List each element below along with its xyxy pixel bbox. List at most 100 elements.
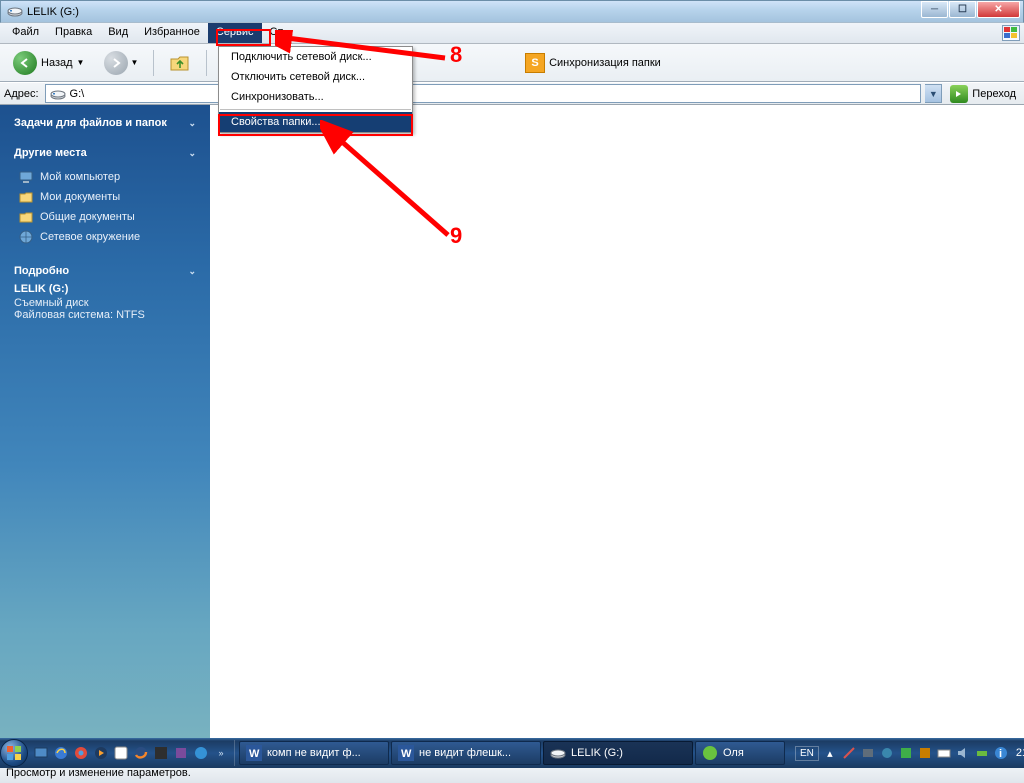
taskbar-item-word-1[interactable]: W комп не видит ф... [239,741,389,765]
folders-button[interactable] [162,50,198,76]
windows-flag-icon[interactable] [1002,25,1020,41]
sync-folder-button[interactable]: S Синхронизация папки [518,50,668,76]
details-header-label: Подробно [14,265,69,277]
sidebar-item-label: Мои документы [40,191,120,203]
details-title: LELIK (G:) [14,283,196,295]
menu-item-folder-options[interactable]: Свойства папки... [219,112,412,132]
tray-volume-icon[interactable] [955,745,971,761]
window-title: LELIK (G:) [27,6,79,18]
sidebar-item-my-computer[interactable]: Мой компьютер [18,167,200,187]
menu-item-synchronize[interactable]: Синхронизовать... [219,87,412,107]
svg-text:W: W [249,748,260,760]
go-button[interactable]: Переход [946,84,1020,104]
back-label: Назад [41,57,73,69]
close-button[interactable]: ✕ [977,1,1020,18]
sidebar-item-network[interactable]: Сетевое окружение [18,227,200,247]
details-pane-header[interactable]: Подробно ⌄ [4,261,206,281]
word-icon: W [246,745,262,761]
taskbar: » W комп не видит ф... W не видит флешк.… [0,738,1024,768]
address-value: G:\ [70,88,85,100]
chat-icon [702,745,718,761]
quick-launch: » [28,740,235,766]
taskbar-item-label: комп не видит ф... [267,747,361,759]
ql-media-player-icon[interactable] [92,744,110,762]
menu-help-fragment[interactable]: Сп [262,23,292,43]
folder-content-area[interactable] [210,105,1024,761]
menu-view[interactable]: Вид [100,23,136,43]
ql-app-icon[interactable] [192,744,210,762]
language-indicator[interactable]: EN [795,746,819,761]
go-arrow-icon [950,85,968,103]
chevron-down-icon: ⌄ [188,266,196,277]
tray-icon[interactable] [879,745,895,761]
back-arrow-icon [13,51,37,75]
forward-button[interactable]: ▼ [97,50,145,76]
navigation-toolbar: Назад ▼ ▼ S Синхронизация папки [0,44,1024,82]
tray-icon[interactable] [841,745,857,761]
address-input[interactable]: G:\ [45,84,922,103]
taskbar-tasks: W комп не видит ф... W не видит флешк...… [235,741,789,765]
svg-text:W: W [401,748,412,760]
taskbar-item-explorer[interactable]: LELIK (G:) [543,741,693,765]
taskbar-item-label: не видит флешк... [419,747,511,759]
go-label: Переход [972,88,1016,100]
toolbar-separator [206,50,207,76]
sync-folder-label: Синхронизация папки [549,57,661,69]
folder-icon [18,189,34,205]
sidebar-item-my-documents[interactable]: Мои документы [18,187,200,207]
taskbar-clock[interactable]: 21:01 [1012,747,1024,759]
chevron-down-icon: ⌄ [188,118,196,129]
tasks-header-label: Задачи для файлов и папок [14,117,167,129]
details-type: Съемный диск [14,297,196,309]
places-pane-header[interactable]: Другие места ⌄ [4,143,206,163]
status-text: Просмотр и изменение параметров. [6,767,191,779]
menu-separator [220,109,411,110]
maximize-button[interactable]: ☐ [949,1,976,18]
sidebar-item-shared-documents[interactable]: Общие документы [18,207,200,227]
tasks-pane-header[interactable]: Задачи для файлов и папок ⌄ [4,113,206,133]
ql-app-icon[interactable] [112,744,130,762]
address-dropdown-button[interactable]: ▼ [925,84,942,103]
ql-firefox-icon[interactable] [132,744,150,762]
taskbar-item-label: Оля [723,747,744,759]
places-header-label: Другие места [14,147,87,159]
ql-app-icon[interactable] [172,744,190,762]
ql-chevron-icon[interactable]: » [212,744,230,762]
taskbar-item-label: LELIK (G:) [571,747,623,759]
menu-favorites[interactable]: Избранное [136,23,208,43]
tray-safely-remove-icon[interactable] [974,745,990,761]
menu-tools[interactable]: Сервис [208,23,262,43]
tray-icon[interactable] [917,745,933,761]
tray-icon[interactable] [860,745,876,761]
ql-show-desktop-icon[interactable] [32,744,50,762]
taskbar-item-word-2[interactable]: W не видит флешк... [391,741,541,765]
computer-icon [18,169,34,185]
back-button[interactable]: Назад ▼ [6,50,91,76]
start-button[interactable] [0,738,28,768]
window-titlebar: LELIK (G:) ─ ☐ ✕ [0,0,1024,23]
taskbar-item-chat[interactable]: Оля [695,741,785,765]
ql-app-icon[interactable] [152,744,170,762]
tray-icon[interactable] [898,745,914,761]
ql-ie-icon[interactable] [52,744,70,762]
sidebar-item-label: Общие документы [40,211,135,223]
tray-info-icon[interactable]: i [993,745,1009,761]
drive-icon [7,4,23,20]
address-bar: Адрес: G:\ ▼ Переход [0,82,1024,105]
sidebar-item-label: Мой компьютер [40,171,120,183]
menu-item-map-drive[interactable]: Подключить сетевой диск... [219,47,412,67]
minimize-button[interactable]: ─ [921,1,948,18]
details-filesystem: Файловая система: NTFS [14,309,196,321]
folder-icon [18,209,34,225]
menu-file[interactable]: Файл [4,23,47,43]
ql-chrome-icon[interactable] [72,744,90,762]
system-tray: EN ▴ i 21:01 [789,745,1024,761]
tray-icon[interactable] [936,745,952,761]
places-pane: Другие места ⌄ Мой компьютер Мои докумен… [4,143,206,251]
tray-icon[interactable]: ▴ [822,745,838,761]
windows-orb-icon [0,739,28,767]
menu-item-disconnect-drive[interactable]: Отключить сетевой диск... [219,67,412,87]
chevron-down-icon: ⌄ [188,148,196,159]
menu-edit[interactable]: Правка [47,23,100,43]
word-icon: W [398,745,414,761]
